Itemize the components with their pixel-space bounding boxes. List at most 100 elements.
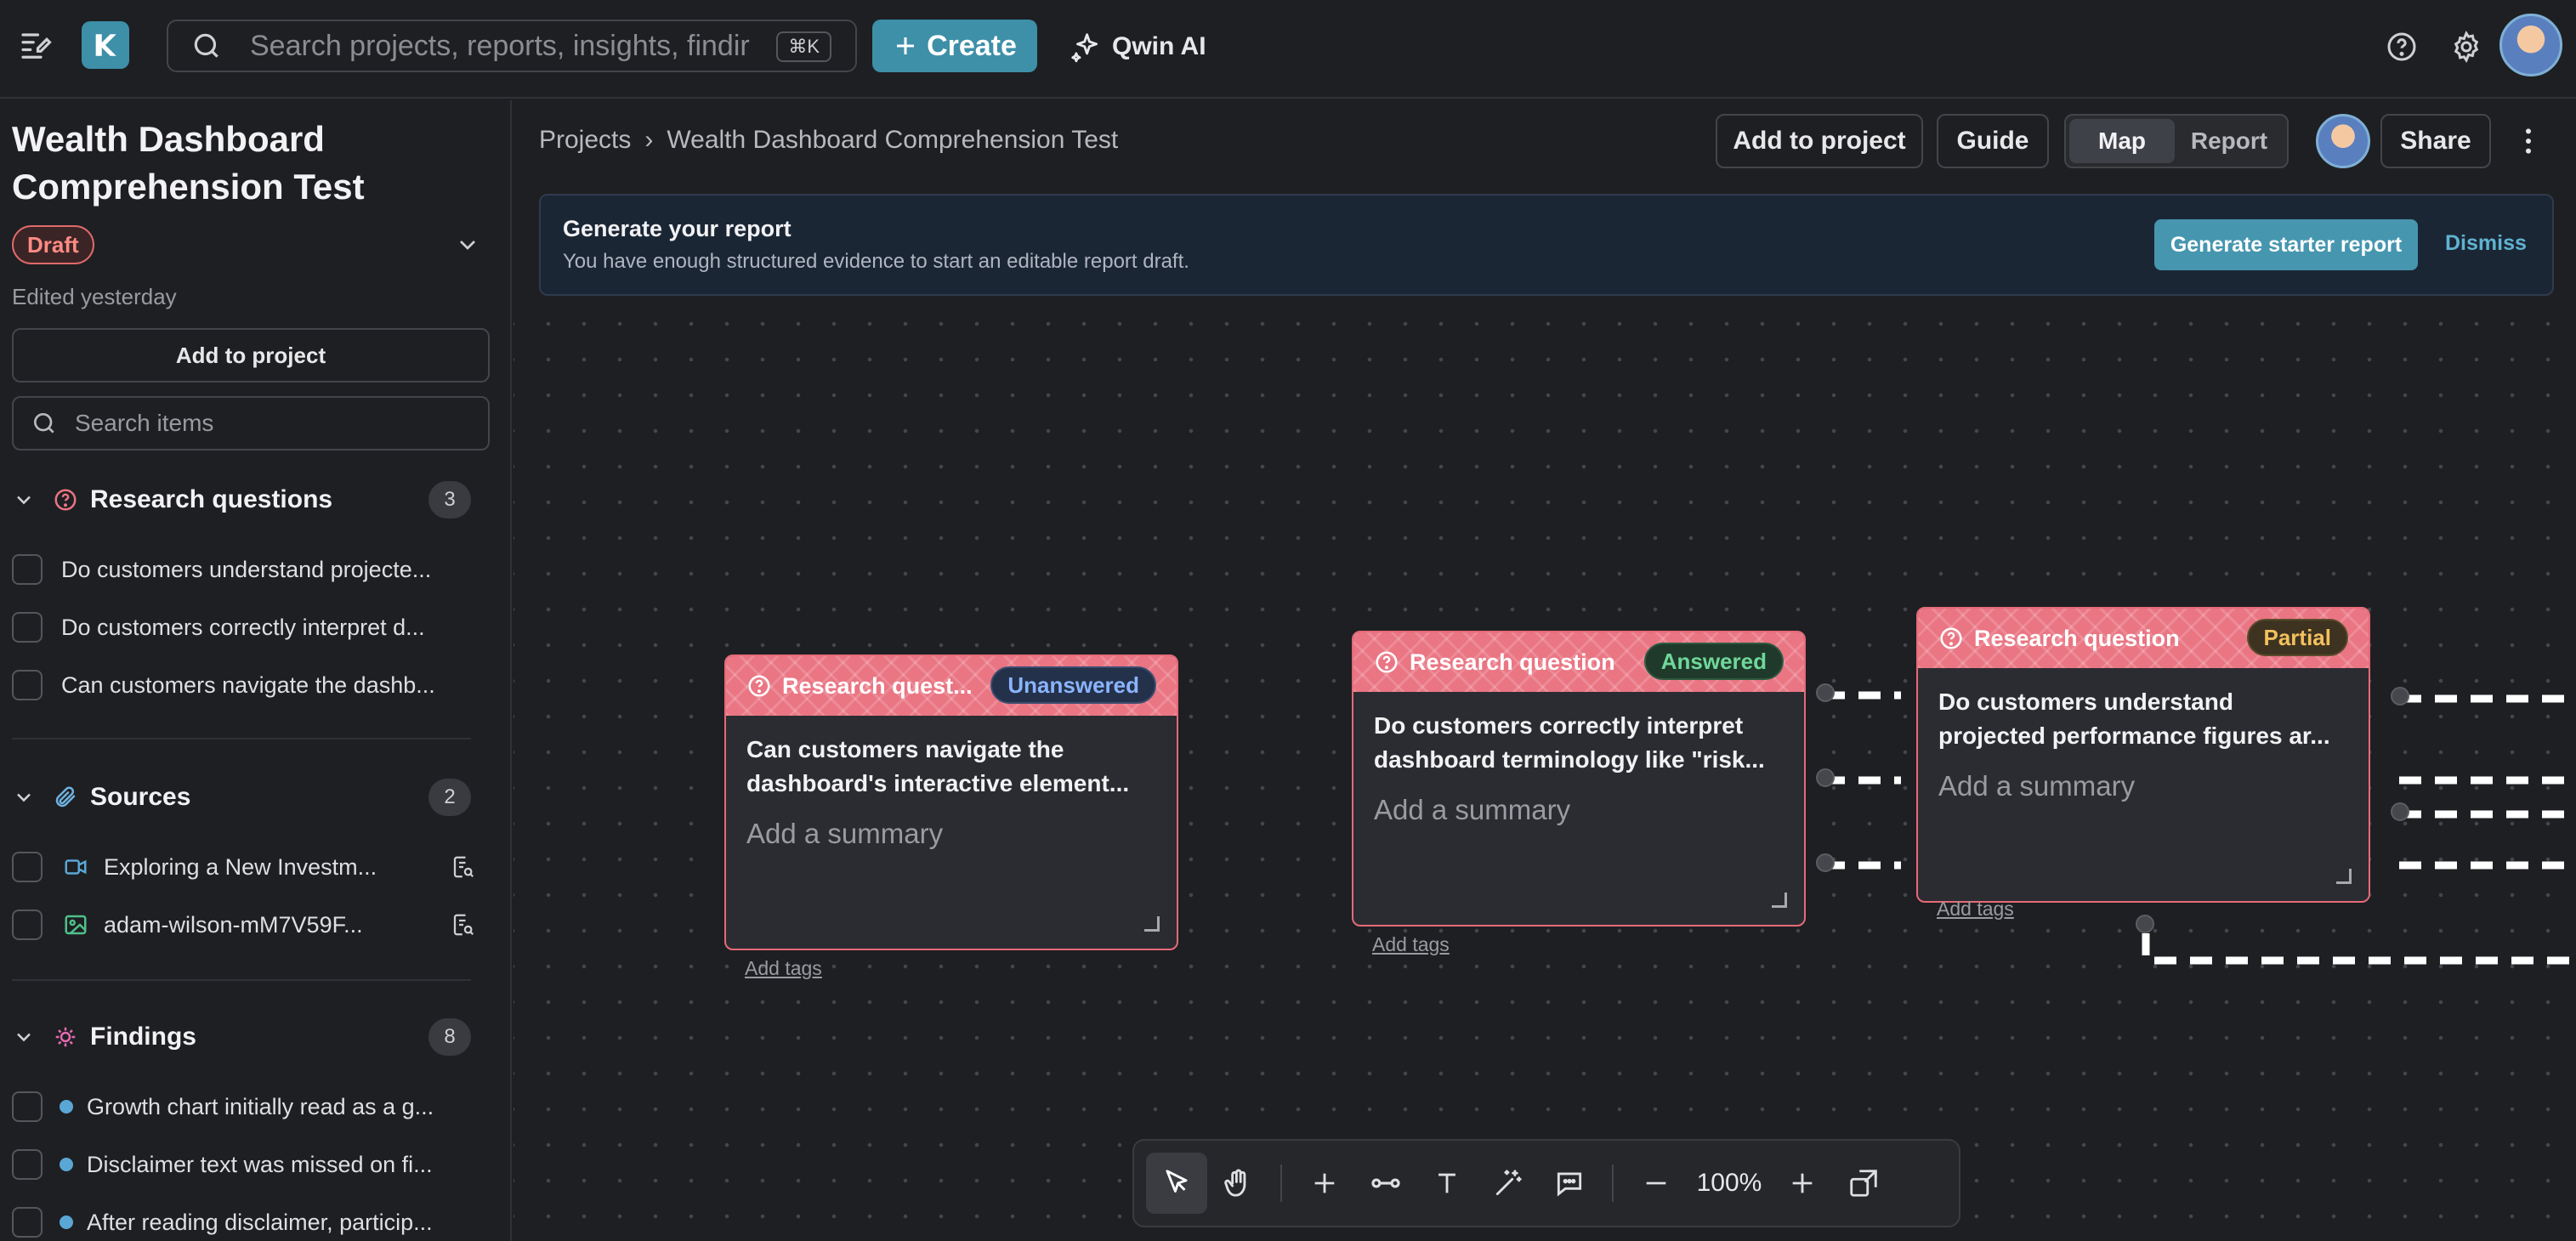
search-icon: [31, 410, 58, 437]
map-canvas[interactable]: Research quest... Unanswered Can custome…: [513, 298, 2576, 1241]
section-sources[interactable]: Sources 2: [0, 772, 512, 823]
item-checkbox[interactable]: [12, 1091, 43, 1122]
user-avatar[interactable]: [2499, 14, 2562, 76]
item-label: Disclaimer text was missed on fi...: [87, 1151, 433, 1177]
chevron-down-icon[interactable]: [12, 1025, 36, 1049]
connection-handle[interactable]: [1816, 683, 1835, 702]
toolbar-divider: [1612, 1164, 1614, 1202]
item-checkbox[interactable]: [12, 612, 43, 643]
collaborator-avatar[interactable]: [2316, 114, 2370, 168]
settings-gear-icon[interactable]: [2445, 26, 2488, 68]
list-item[interactable]: Can customers navigate the dashb...: [0, 661, 476, 709]
transcript-icon[interactable]: [451, 912, 476, 938]
zoom-in-plus-icon[interactable]: [1772, 1153, 1833, 1214]
notes-icon[interactable]: [14, 26, 56, 68]
plus-icon: [893, 33, 918, 59]
findings-icon: [53, 1024, 78, 1050]
edited-timestamp: Edited yesterday: [12, 284, 177, 309]
hand-pan-icon[interactable]: [1207, 1153, 1268, 1214]
section-research-questions[interactable]: Research questions 3: [0, 474, 512, 525]
connector-icon[interactable]: [1355, 1153, 1416, 1214]
project-title: Wealth Dashboard Comprehension Test: [12, 119, 365, 207]
status-badge-unanswered[interactable]: Unanswered: [990, 666, 1156, 704]
section-count: 8: [428, 1018, 471, 1056]
connection-handle[interactable]: [1816, 768, 1835, 787]
status-badge-partial[interactable]: Partial: [2246, 619, 2348, 656]
item-checkbox[interactable]: [12, 1207, 43, 1238]
chevron-down-icon[interactable]: [12, 785, 36, 809]
chevron-down-icon[interactable]: [454, 231, 481, 258]
list-item[interactable]: adam-wilson-mM7V59F...: [0, 901, 476, 949]
list-item[interactable]: Growth chart initially read as a g...: [0, 1083, 476, 1130]
add-to-project-button[interactable]: Add to project: [12, 328, 490, 382]
card-type-label: Research question: [1974, 625, 2180, 651]
comment-icon[interactable]: [1539, 1153, 1600, 1214]
select-cursor-icon[interactable]: [1146, 1153, 1207, 1214]
summary-input[interactable]: Add a summary: [1374, 794, 1570, 826]
status-badge-answered[interactable]: Answered: [1643, 643, 1784, 680]
item-checkbox[interactable]: [12, 852, 43, 882]
research-question-card[interactable]: Research quest... Unanswered Can custome…: [724, 654, 1178, 950]
resize-handle-icon[interactable]: [1772, 892, 1787, 908]
zoom-out-minus-icon[interactable]: [1626, 1153, 1687, 1214]
add-tags-link[interactable]: Add tags: [1372, 933, 1450, 956]
list-item[interactable]: Disclaimer text was missed on fi...: [0, 1141, 476, 1188]
transcript-icon[interactable]: [451, 854, 476, 880]
list-item[interactable]: Do customers correctly interpret d...: [0, 604, 476, 651]
finding-dot: [60, 1216, 73, 1229]
connection-handle[interactable]: [2391, 802, 2409, 821]
ai-assistant-button[interactable]: Qwin AI: [1070, 26, 1206, 68]
connection-handle[interactable]: [2136, 915, 2154, 933]
chevron-down-icon[interactable]: [12, 488, 36, 512]
add-plus-icon[interactable]: [1294, 1153, 1355, 1214]
create-button[interactable]: Create: [872, 20, 1037, 72]
global-search-input[interactable]: Search projects, reports, insights, find…: [167, 20, 857, 72]
card-type-label: Research question: [1410, 649, 1615, 675]
section-title: Findings: [90, 1023, 196, 1051]
text-tool-icon[interactable]: [1416, 1153, 1478, 1214]
add-tags-link[interactable]: Add tags: [1937, 898, 2014, 921]
dismiss-button[interactable]: Dismiss: [2445, 231, 2527, 256]
item-label: Exploring a New Investm...: [104, 853, 377, 880]
magic-wand-icon[interactable]: [1478, 1153, 1539, 1214]
app-logo[interactable]: [82, 21, 129, 69]
summary-input[interactable]: Add a summary: [746, 818, 943, 850]
list-item[interactable]: After reading disclaimer, particip...: [0, 1198, 476, 1241]
toolbar-divider: [1280, 1164, 1282, 1202]
item-checkbox[interactable]: [12, 554, 43, 585]
guide-button[interactable]: Guide: [1937, 114, 2049, 168]
search-shortcut: ⌘K: [776, 31, 831, 62]
item-label: After reading disclaimer, particip...: [87, 1209, 433, 1235]
sparkle-icon: [1070, 31, 1102, 63]
item-label: Do customers correctly interpret d...: [61, 614, 425, 640]
section-findings[interactable]: Findings 8: [0, 1012, 512, 1062]
add-tags-link[interactable]: Add tags: [745, 957, 822, 980]
generate-starter-report-button[interactable]: Generate starter report: [2154, 219, 2418, 270]
tab-report[interactable]: Report: [2175, 119, 2284, 163]
more-vertical-icon[interactable]: [2511, 124, 2545, 158]
help-icon[interactable]: [2380, 26, 2423, 68]
top-bar: Search projects, reports, insights, find…: [0, 0, 2576, 99]
item-checkbox[interactable]: [12, 670, 43, 700]
connection-handle[interactable]: [2391, 687, 2409, 706]
item-checkbox[interactable]: [12, 1149, 43, 1180]
research-question-card[interactable]: Research question Answered Do customers …: [1352, 631, 1806, 926]
sidebar-search-input[interactable]: Search items: [12, 396, 490, 450]
card-question: Can customers navigate the dashboard's i…: [746, 736, 1130, 796]
breadcrumb-projects-link[interactable]: Projects: [539, 126, 631, 155]
connection-handle[interactable]: [1816, 853, 1835, 872]
share-button[interactable]: Share: [2380, 114, 2491, 168]
list-item[interactable]: Exploring a New Investm...: [0, 843, 476, 891]
add-to-project-button[interactable]: Add to project: [1716, 114, 1923, 168]
image-icon: [63, 912, 88, 938]
resize-handle-icon[interactable]: [1144, 916, 1160, 932]
question-circle-icon: [1374, 649, 1399, 675]
list-item[interactable]: Do customers understand projecte...: [0, 546, 476, 593]
resize-handle-icon[interactable]: [2336, 869, 2352, 884]
summary-input[interactable]: Add a summary: [1938, 770, 2135, 802]
status-badge[interactable]: Draft: [12, 225, 94, 264]
tab-map[interactable]: Map: [2069, 119, 2175, 163]
item-checkbox[interactable]: [12, 910, 43, 940]
research-question-card[interactable]: Research question Partial Do customers u…: [1916, 607, 2370, 903]
fit-to-screen-icon[interactable]: [1833, 1153, 1894, 1214]
